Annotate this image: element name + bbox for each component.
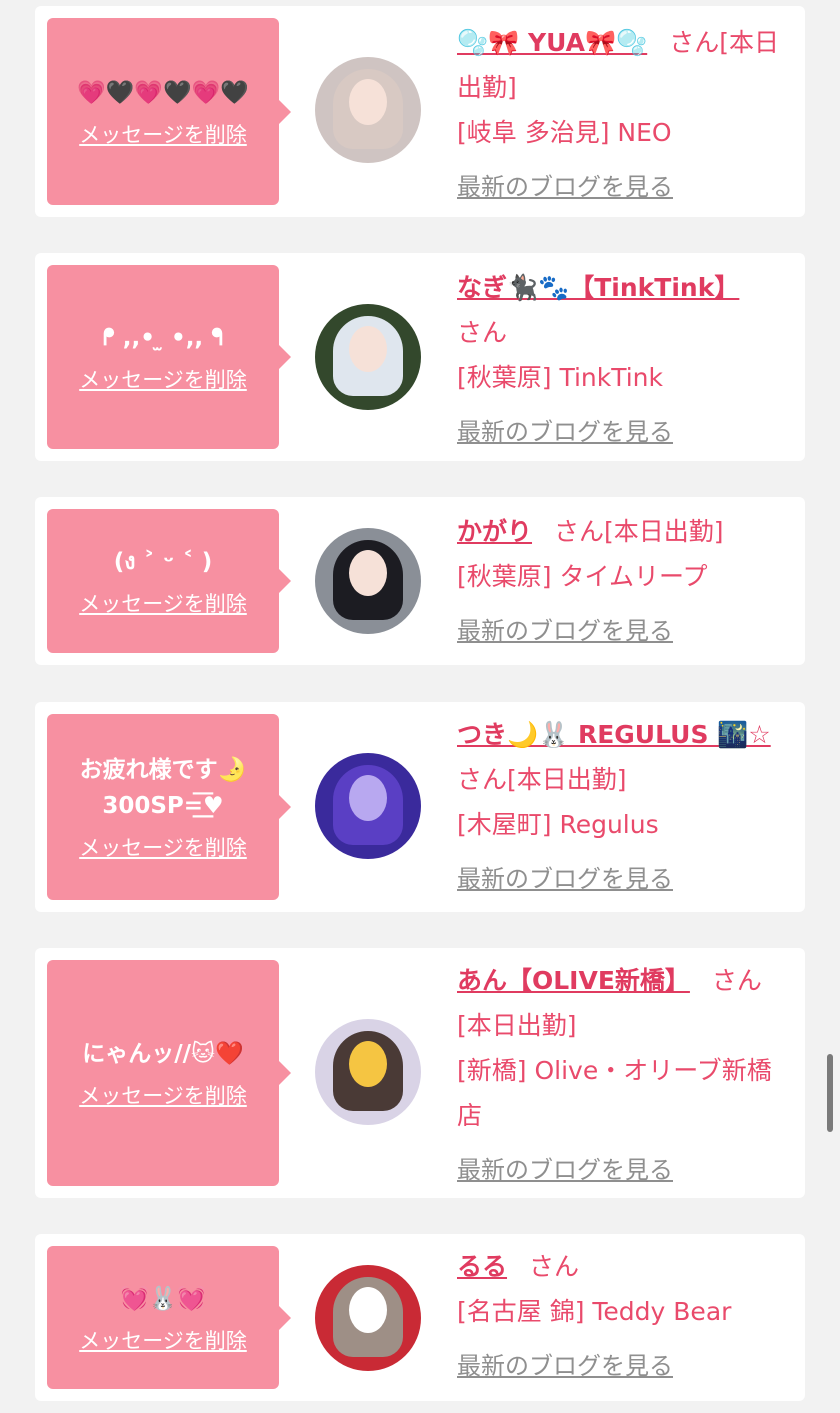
message-card: にゃんッ//🐱❤️ メッセージを削除 あん【OLIVE新橋】 さん[本日出勤] [… (35, 948, 805, 1198)
shop-label: [新橋] Olive・オリーブ新橋店 (457, 1056, 772, 1130)
latest-blog-link[interactable]: 最新のブログを見る (457, 1344, 673, 1389)
message-text: 💗🖤💗🖤💗🖤 (77, 79, 249, 106)
girl-info: つき🌙🐰 REGULUS 🌃☆ さん[本日出勤] [木屋町] Regulus 最… (457, 712, 792, 902)
message-bubble: お疲れ様です🌛 300SP=͟͟͞♥ メッセージを削除 (47, 714, 291, 900)
avatar[interactable] (315, 304, 421, 410)
message-text: 💓🐰💓 (120, 1285, 206, 1312)
girl-name-link[interactable]: かがり (457, 517, 532, 546)
latest-blog-link[interactable]: 最新のブログを見る (457, 857, 673, 902)
latest-blog-link[interactable]: 最新のブログを見る (457, 1148, 673, 1193)
avatar[interactable] (315, 57, 421, 163)
honorific-status: さん (529, 1252, 580, 1281)
delete-message-link[interactable]: メッセージを削除 (79, 366, 247, 394)
message-card: 💓🐰💓 メッセージを削除 るる さん [名古屋 錦] Teddy Bear 最新の… (35, 1234, 805, 1401)
shop-label: [木屋町] Regulus (457, 810, 659, 839)
message-text: にゃんッ//🐱❤️ (82, 1041, 244, 1067)
latest-blog-link[interactable]: 最新のブログを見る (457, 410, 673, 455)
shop-label: [岐阜 多治見] NEO (457, 118, 672, 147)
girl-name-link[interactable]: つき🌙🐰 REGULUS 🌃☆ (457, 720, 771, 749)
delete-message-link[interactable]: メッセージを削除 (79, 121, 247, 149)
message-card: お疲れ様です🌛 300SP=͟͟͞♥ メッセージを削除 つき🌙🐰 REGULUS… (35, 702, 805, 912)
girl-info: かがり さん[本日出勤] [秋葉原] タイムリープ 最新のブログを見る (457, 509, 792, 654)
girl-name-link[interactable]: あん【OLIVE新橋】 (457, 966, 690, 995)
girl-name-link[interactable]: なぎ🐈‍⬛🐾【TinkTink】 (457, 273, 739, 302)
message-card: ᖰ ,,• ̫ •,, ᖳ メッセージを削除 なぎ🐈‍⬛🐾【TinkTink】 … (35, 253, 805, 461)
latest-blog-link[interactable]: 最新のブログを見る (457, 609, 673, 654)
message-bubble: ᖰ ,,• ̫ •,, ᖳ メッセージを削除 (47, 265, 291, 449)
message-bubble: 💗🖤💗🖤💗🖤 メッセージを削除 (47, 18, 291, 205)
girl-name-link[interactable]: 🫧🎀 YUA🎀🫧 (457, 28, 647, 57)
delete-message-link[interactable]: メッセージを削除 (79, 590, 247, 618)
girl-info: なぎ🐈‍⬛🐾【TinkTink】 さん [秋葉原] TinkTink 最新のブロ… (457, 265, 792, 455)
message-bubble: にゃんッ//🐱❤️ メッセージを削除 (47, 960, 291, 1186)
girl-name-link[interactable]: るる (457, 1252, 507, 1281)
avatar[interactable] (315, 1019, 421, 1125)
message-card: 💗🖤💗🖤💗🖤 メッセージを削除 🫧🎀 YUA🎀🫧 さん[本日出勤] [岐阜 多治見… (35, 6, 805, 217)
message-card: (ง ˃ ᵕ ˂ ) メッセージを削除 かがり さん[本日出勤] [秋葉原] タイ… (35, 497, 805, 665)
honorific-status: さん[本日出勤] (554, 517, 724, 546)
latest-blog-link[interactable]: 最新のブログを見る (457, 165, 673, 210)
shop-label: [秋葉原] TinkTink (457, 363, 663, 392)
honorific-status: さん[本日出勤] (457, 765, 627, 794)
avatar[interactable] (315, 1265, 421, 1371)
delete-message-link[interactable]: メッセージを削除 (79, 834, 247, 862)
girl-info: 🫧🎀 YUA🎀🫧 さん[本日出勤] [岐阜 多治見] NEO 最新のブログを見る (457, 20, 792, 210)
girl-info: るる さん [名古屋 錦] Teddy Bear 最新のブログを見る (457, 1244, 792, 1389)
avatar[interactable] (315, 528, 421, 634)
shop-label: [名古屋 錦] Teddy Bear (457, 1297, 732, 1326)
message-bubble: (ง ˃ ᵕ ˂ ) メッセージを削除 (47, 509, 291, 653)
honorific-status: さん (457, 318, 508, 347)
scrollbar[interactable] (827, 1054, 833, 1132)
message-text: ᖰ ,,• ̫ •,, ᖳ (102, 325, 224, 351)
delete-message-link[interactable]: メッセージを削除 (79, 1082, 247, 1110)
girl-info: あん【OLIVE新橋】 さん[本日出勤] [新橋] Olive・オリーブ新橋店 最… (457, 958, 792, 1193)
delete-message-link[interactable]: メッセージを削除 (79, 1327, 247, 1355)
shop-label: [秋葉原] タイムリープ (457, 562, 708, 591)
message-text: (ง ˃ ᵕ ˂ ) (113, 549, 213, 575)
avatar[interactable] (315, 753, 421, 859)
message-text: お疲れ様です🌛 300SP=͟͟͞♥ (79, 757, 247, 819)
message-bubble: 💓🐰💓 メッセージを削除 (47, 1246, 291, 1389)
